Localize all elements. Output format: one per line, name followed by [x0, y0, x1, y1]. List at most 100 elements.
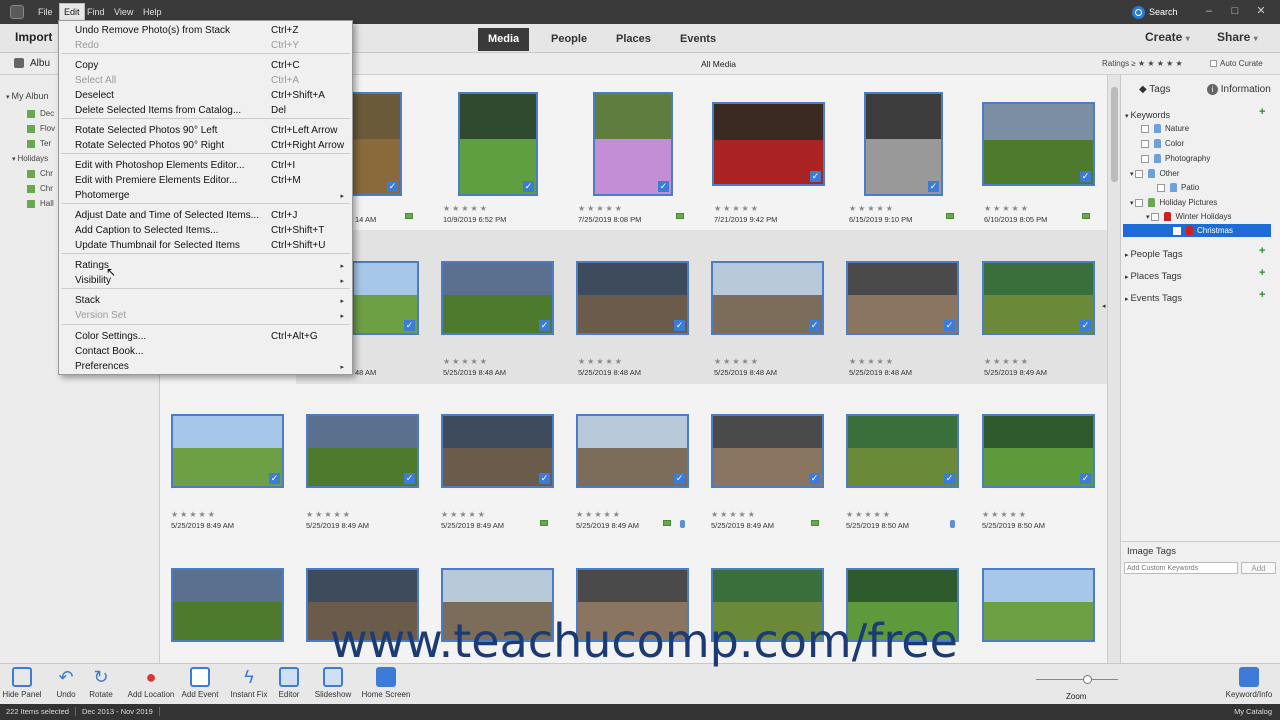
ratings-filter[interactable]: Ratings ≥ ★ ★ ★ ★ ★: [1102, 59, 1183, 68]
add-keyword-button[interactable]: Add: [1241, 562, 1276, 574]
menu-item-stack[interactable]: Stack: [75, 295, 100, 306]
menu-item-rotate-selected-photos-90-right[interactable]: Rotate Selected Photos 90° Right: [75, 140, 224, 151]
keyword-info-button[interactable]: Keyword/Info: [1222, 667, 1276, 699]
check-icon[interactable]: ✓: [809, 320, 820, 331]
rotate-button[interactable]: ↻ Rotate: [86, 667, 116, 699]
menu-file[interactable]: File: [34, 0, 57, 24]
photo-thumbnail[interactable]: ✓: [982, 414, 1095, 488]
menu-item-undo-remove-photo-s-from-stack[interactable]: Undo Remove Photo(s) from Stack: [75, 25, 230, 36]
rating-stars[interactable]: ★★★★★: [984, 204, 1030, 213]
photo-thumbnail[interactable]: ✓: [711, 414, 824, 488]
album-item[interactable]: Dec: [27, 109, 54, 118]
maximize-icon[interactable]: □: [1228, 4, 1242, 18]
photo-thumbnail[interactable]: ✓: [441, 261, 554, 335]
rating-stars[interactable]: ★★★★★: [578, 204, 624, 213]
undo-button[interactable]: ↶ Undo: [50, 667, 82, 699]
rating-stars[interactable]: ★★★★★: [849, 357, 895, 366]
rating-stars[interactable]: ★★★★★: [441, 510, 487, 519]
custom-keywords-input[interactable]: [1124, 562, 1238, 574]
auto-curate-checkbox[interactable]: Auto Curate: [1210, 59, 1263, 68]
rating-stars[interactable]: ★★★★★: [711, 510, 757, 519]
tab-events[interactable]: Events: [670, 28, 726, 51]
photo-thumbnail[interactable]: ✓: [711, 261, 824, 335]
photo-thumbnail[interactable]: ✓: [171, 414, 284, 488]
add-place-tag-icon[interactable]: +: [1259, 267, 1265, 279]
menu-item-photomerge[interactable]: Photomerge: [75, 190, 129, 201]
menu-item-adjust-date-and-time-of-selected-items[interactable]: Adjust Date and Time of Selected Items..…: [75, 210, 259, 221]
photo-thumbnail[interactable]: [171, 568, 284, 642]
menu-item-contact-book[interactable]: Contact Book...: [75, 346, 143, 357]
photo-thumbnail[interactable]: ✓: [352, 261, 419, 335]
editor-button[interactable]: Editor: [274, 667, 304, 699]
photo-thumbnail[interactable]: ✓: [864, 92, 943, 196]
minimize-icon[interactable]: –: [1202, 4, 1216, 18]
rating-stars[interactable]: ★★★★★: [443, 357, 489, 366]
album-item[interactable]: Ter: [27, 139, 51, 148]
rating-stars[interactable]: ★★★★★: [982, 510, 1028, 519]
menu-item-edit-with-premiere-elements-editor[interactable]: Edit with Premiere Elements Editor...: [75, 175, 237, 186]
add-event-button[interactable]: Add Event: [180, 667, 220, 699]
rating-stars[interactable]: ★★★★★: [846, 510, 892, 519]
photo-thumbnail[interactable]: ✓: [576, 414, 689, 488]
add-event-tag-icon[interactable]: +: [1259, 289, 1265, 301]
my-albums-label[interactable]: ▾ My Albun: [6, 91, 49, 101]
import-button[interactable]: Import: [15, 30, 52, 44]
close-icon[interactable]: ✕: [1254, 4, 1268, 18]
photo-thumbnail[interactable]: ✓: [846, 414, 959, 488]
menu-item-copy[interactable]: Copy: [75, 60, 98, 71]
grid-scrollbar[interactable]: [1107, 75, 1120, 663]
rating-stars[interactable]: ★★★★★: [849, 204, 895, 213]
slideshow-button[interactable]: Slideshow: [313, 667, 353, 699]
rating-stars[interactable]: ★★★★★: [306, 510, 352, 519]
rating-stars[interactable]: ★★★★★: [578, 357, 624, 366]
collapse-panel-icon[interactable]: ◂: [1102, 302, 1106, 310]
photo-thumbnail[interactable]: ✓: [306, 414, 419, 488]
check-icon[interactable]: ✓: [658, 181, 669, 192]
album-item[interactable]: Chr: [27, 184, 53, 193]
check-icon[interactable]: ✓: [1080, 171, 1091, 182]
check-icon[interactable]: ✓: [539, 473, 550, 484]
album-item[interactable]: Hall: [27, 199, 54, 208]
home-screen-button[interactable]: Home Screen: [360, 667, 412, 699]
check-icon[interactable]: ✓: [404, 320, 415, 331]
share-button[interactable]: Share ▾: [1217, 30, 1258, 44]
tab-people[interactable]: People: [541, 28, 597, 51]
keyword-item[interactable]: Photography: [1141, 154, 1210, 164]
add-keyword-icon[interactable]: +: [1259, 106, 1265, 118]
check-icon[interactable]: ✓: [674, 473, 685, 484]
album-item[interactable]: Flov: [27, 124, 55, 133]
photo-thumbnail[interactable]: ✓: [712, 102, 825, 186]
catalog-name[interactable]: My Catalog: [1234, 704, 1272, 720]
photo-thumbnail[interactable]: ✓: [458, 92, 538, 196]
check-icon[interactable]: ✓: [269, 473, 280, 484]
rating-stars[interactable]: ★★★★★: [714, 204, 760, 213]
tab-information[interactable]: i Information: [1207, 84, 1271, 95]
zoom-slider[interactable]: [1036, 679, 1118, 680]
photo-thumbnail[interactable]: ✓: [982, 102, 1095, 186]
menu-item-add-caption-to-selected-items[interactable]: Add Caption to Selected Items...: [75, 225, 218, 236]
zoom-slider-handle[interactable]: [1083, 675, 1092, 684]
keyword-item[interactable]: ▾ Other: [1130, 169, 1179, 179]
rating-stars[interactable]: ★★★★★: [714, 357, 760, 366]
scrollbar-thumb[interactable]: [1111, 87, 1118, 182]
check-icon[interactable]: ✓: [539, 320, 550, 331]
photo-thumbnail[interactable]: ✓: [576, 261, 689, 335]
check-icon[interactable]: ✓: [674, 320, 685, 331]
menu-item-preferences[interactable]: Preferences: [75, 361, 129, 372]
photo-thumbnail[interactable]: ✓: [441, 414, 554, 488]
checkbox-icon[interactable]: [1173, 226, 1181, 235]
events-tags-header[interactable]: ▸ Events Tags: [1125, 293, 1182, 304]
add-people-tag-icon[interactable]: +: [1259, 245, 1265, 257]
menu-item-delete-selected-items-from-catalog[interactable]: Delete Selected Items from Catalog...: [75, 105, 241, 116]
tab-media[interactable]: Media: [478, 28, 530, 51]
people-tags-header[interactable]: ▸ People Tags: [1125, 249, 1183, 260]
check-icon[interactable]: ✓: [1080, 473, 1091, 484]
album-item[interactable]: Chr: [27, 169, 53, 178]
keyword-item[interactable]: Nature: [1141, 124, 1189, 134]
keyword-item[interactable]: ▾ Holiday Pictures: [1130, 198, 1217, 208]
album-folder[interactable]: ▾ Holidays: [12, 154, 48, 163]
check-icon[interactable]: ✓: [523, 181, 534, 192]
check-icon[interactable]: ✓: [944, 473, 955, 484]
menu-item-deselect[interactable]: Deselect: [75, 90, 114, 101]
keywords-header[interactable]: ▾ Keywords: [1125, 110, 1170, 120]
